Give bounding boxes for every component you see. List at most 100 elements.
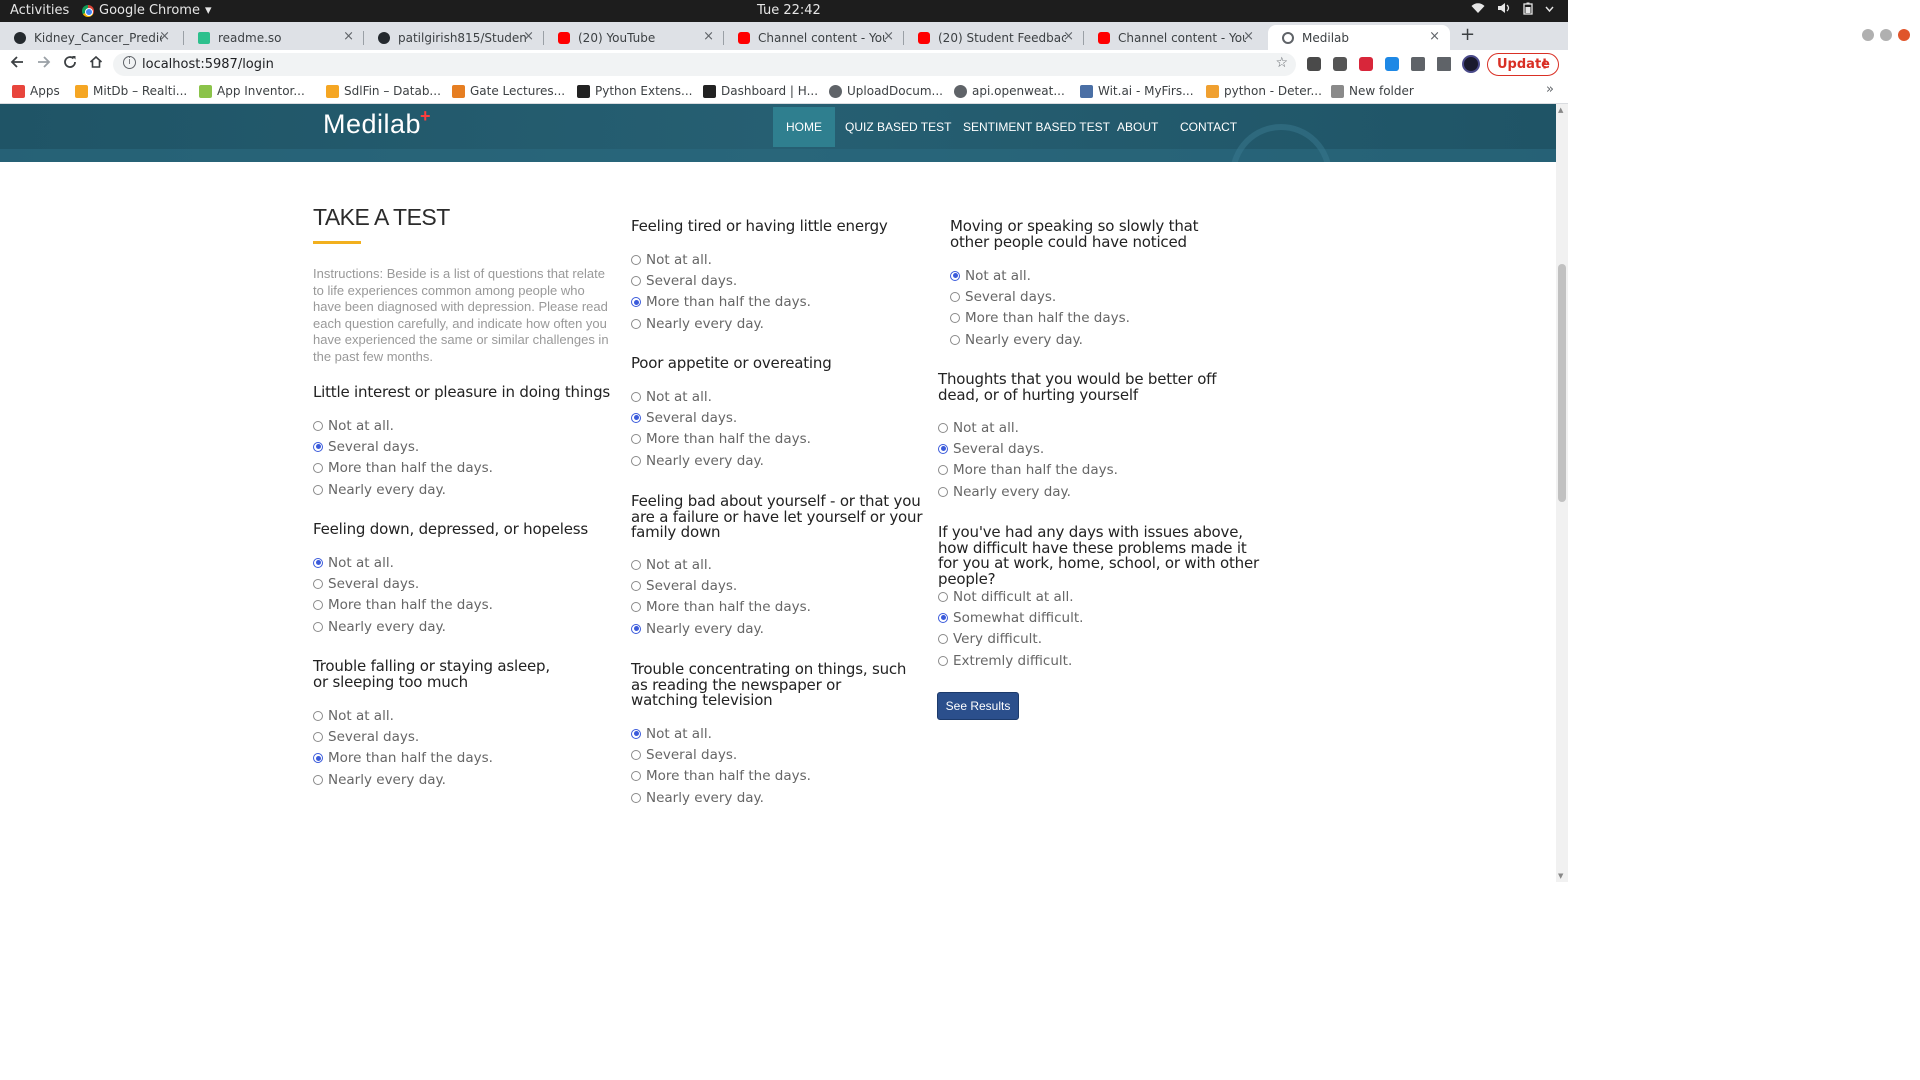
radio-selected[interactable] xyxy=(631,623,641,634)
close-icon[interactable]: × xyxy=(1429,29,1440,44)
radio-button[interactable] xyxy=(938,634,948,645)
radio-button[interactable] xyxy=(631,254,641,265)
radio-selected[interactable] xyxy=(631,412,641,423)
radio-option[interactable]: More than half the days. xyxy=(631,429,811,450)
radio-option[interactable]: Nearly every day. xyxy=(313,479,493,500)
radio-button[interactable] xyxy=(950,313,960,324)
radio-selected[interactable] xyxy=(631,297,641,308)
close-icon[interactable]: × xyxy=(883,29,894,44)
bookmark-star-icon[interactable]: ☆ xyxy=(1275,55,1288,71)
close-icon[interactable]: × xyxy=(1063,29,1074,44)
home-icon[interactable] xyxy=(89,54,103,73)
bookmark-item[interactable]: Dashboard | H... xyxy=(703,84,818,98)
nav-home[interactable]: HOME xyxy=(773,107,835,147)
radio-button[interactable] xyxy=(631,275,641,286)
radio-option[interactable]: Not at all. xyxy=(938,417,1118,438)
radio-button[interactable] xyxy=(950,291,960,302)
radio-button[interactable] xyxy=(313,463,323,474)
radio-option[interactable]: Several days. xyxy=(631,744,811,765)
radio-button[interactable] xyxy=(631,559,641,570)
radio-option[interactable]: Nearly every day. xyxy=(631,313,811,334)
bookmark-item[interactable]: SdlFin – Datab... xyxy=(326,84,441,98)
radio-option[interactable]: Somewhat difficult. xyxy=(938,607,1083,628)
radio-option[interactable]: More than half the days. xyxy=(313,458,493,479)
radio-option[interactable]: Very difficult. xyxy=(938,629,1083,650)
close-icon[interactable]: × xyxy=(703,29,714,44)
radio-option[interactable]: Not at all. xyxy=(631,554,811,575)
radio-button[interactable] xyxy=(313,578,323,589)
bookmarks-overflow-icon[interactable]: » xyxy=(1546,82,1554,97)
radio-button[interactable] xyxy=(631,391,641,402)
activities-button[interactable]: Activities xyxy=(10,3,69,18)
radio-button[interactable] xyxy=(631,792,641,803)
radio-button[interactable] xyxy=(313,484,323,495)
radio-button[interactable] xyxy=(313,731,323,742)
radio-option[interactable]: More than half the days. xyxy=(631,766,811,787)
site-logo[interactable]: Medilab + xyxy=(323,106,431,140)
radio-option[interactable]: Several days. xyxy=(313,726,493,747)
radio-option[interactable]: Not at all. xyxy=(631,386,811,407)
radio-option[interactable]: More than half the days. xyxy=(938,460,1118,481)
clock[interactable]: Tue 22:42 xyxy=(757,3,821,18)
browser-tab[interactable]: (20) Student Feedback × xyxy=(904,25,1084,50)
radio-option[interactable]: Several days. xyxy=(631,270,811,291)
radio-selected[interactable] xyxy=(313,441,323,452)
download-extension-icon[interactable] xyxy=(1385,57,1399,71)
scroll-down-icon[interactable]: ▼ xyxy=(1558,872,1563,880)
radio-button[interactable] xyxy=(313,600,323,611)
browser-tab[interactable]: Kidney_Cancer_Predict × xyxy=(0,25,180,50)
radio-button[interactable] xyxy=(313,621,323,632)
radio-option[interactable]: Nearly every day. xyxy=(631,450,811,471)
bookmark-item[interactable]: App Inventor... xyxy=(199,84,305,98)
radio-option[interactable]: Not difficult at all. xyxy=(938,586,1083,607)
radio-option[interactable]: Not at all. xyxy=(950,265,1130,286)
radio-selected[interactable] xyxy=(313,753,323,764)
extension-icon[interactable] xyxy=(1333,57,1347,71)
radio-option[interactable]: Nearly every day. xyxy=(938,481,1118,502)
radio-button[interactable] xyxy=(938,655,948,666)
radio-button[interactable] xyxy=(313,420,323,431)
bookmark-item[interactable]: Gate Lectures... xyxy=(452,84,565,98)
avatar[interactable] xyxy=(1462,55,1480,73)
radio-button[interactable] xyxy=(631,318,641,329)
bookmark-item[interactable]: UploadDocum... xyxy=(829,84,943,98)
radio-option[interactable]: Not at all. xyxy=(631,723,811,744)
radio-option[interactable]: Not at all. xyxy=(313,415,493,436)
update-button[interactable]: Update ⋮ xyxy=(1487,53,1559,76)
radio-button[interactable] xyxy=(631,771,641,782)
radio-button[interactable] xyxy=(938,422,948,433)
nav-about[interactable]: ABOUT xyxy=(1104,107,1171,147)
radio-option[interactable]: Not at all. xyxy=(313,705,493,726)
minimize-icon[interactable] xyxy=(1862,29,1874,41)
system-tray[interactable] xyxy=(1471,2,1554,19)
site-info-icon[interactable]: i xyxy=(123,56,136,69)
radio-option[interactable]: More than half the days. xyxy=(631,292,811,313)
radio-selected[interactable] xyxy=(631,728,641,739)
radio-button[interactable] xyxy=(313,710,323,721)
radio-button[interactable] xyxy=(313,774,323,785)
forward-icon[interactable] xyxy=(37,54,51,73)
maximize-icon[interactable] xyxy=(1880,29,1892,41)
extension-icon[interactable] xyxy=(1359,57,1373,71)
close-window-icon[interactable] xyxy=(1898,29,1910,41)
radio-option[interactable]: Not at all. xyxy=(313,552,493,573)
close-icon[interactable]: × xyxy=(343,29,354,44)
radio-button[interactable] xyxy=(938,486,948,497)
radio-button[interactable] xyxy=(631,455,641,466)
radio-selected[interactable] xyxy=(938,443,948,454)
radio-selected[interactable] xyxy=(938,612,948,623)
radio-option[interactable]: Nearly every day. xyxy=(313,616,493,637)
reading-list-icon[interactable] xyxy=(1437,57,1451,71)
reload-icon[interactable] xyxy=(63,54,77,73)
puzzle-icon[interactable] xyxy=(1411,57,1425,71)
nav-sentiment-based-test[interactable]: SENTIMENT BASED TEST xyxy=(950,107,1123,147)
radio-button[interactable] xyxy=(631,602,641,613)
radio-button[interactable] xyxy=(631,749,641,760)
browser-tab[interactable]: (20) YouTube × xyxy=(544,25,724,50)
nav-contact[interactable]: CONTACT xyxy=(1167,107,1250,147)
bookmark-item[interactable]: Python Extens... xyxy=(577,84,692,98)
bookmark-item[interactable]: MitDb – Realti... xyxy=(75,84,187,98)
radio-option[interactable]: Several days. xyxy=(938,438,1118,459)
radio-option[interactable]: Nearly every day. xyxy=(631,618,811,639)
url-text[interactable]: localhost:5987/login xyxy=(142,57,274,72)
